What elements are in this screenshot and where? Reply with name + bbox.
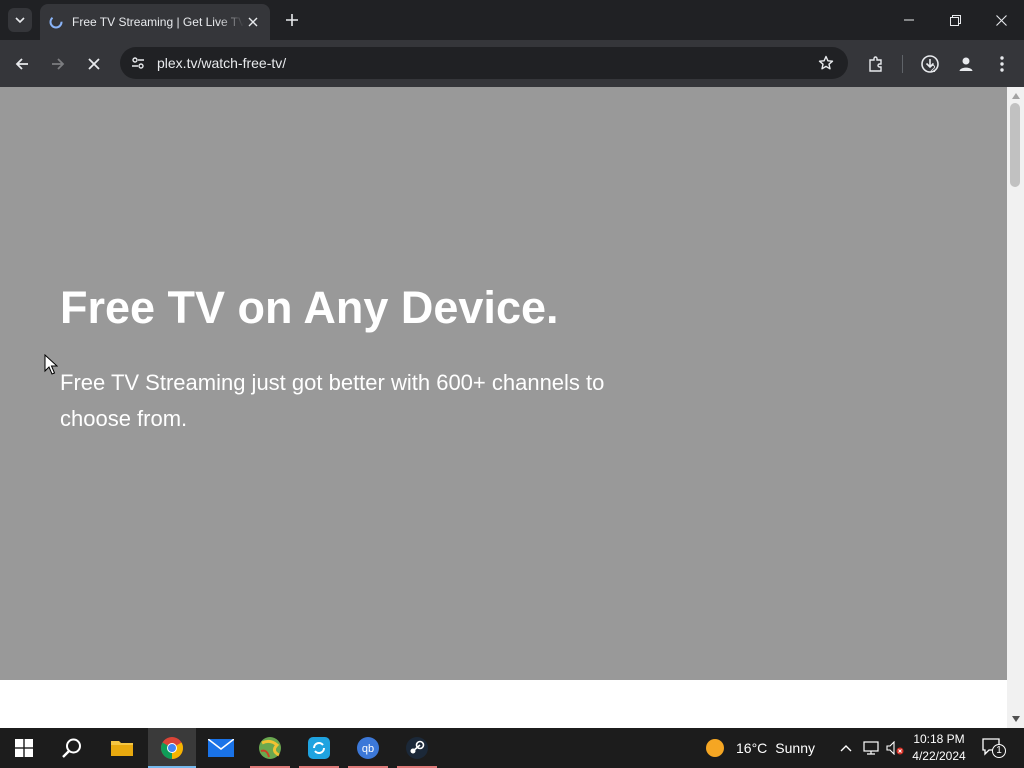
network-button[interactable] bbox=[860, 728, 882, 768]
taskbar-mail[interactable] bbox=[197, 728, 245, 768]
hero-subhead: Free TV Streaming just got better with 6… bbox=[60, 370, 605, 431]
search-icon bbox=[62, 738, 81, 758]
restore-button[interactable] bbox=[932, 0, 978, 40]
extensions-button[interactable] bbox=[862, 50, 890, 78]
volume-button[interactable] bbox=[884, 728, 906, 768]
steam-icon bbox=[406, 737, 428, 759]
chrome-icon bbox=[161, 737, 183, 759]
person-icon bbox=[959, 57, 973, 71]
plus-icon bbox=[286, 14, 298, 26]
restore-icon bbox=[949, 14, 961, 26]
site-info-button[interactable] bbox=[126, 51, 150, 75]
profile-button[interactable] bbox=[952, 50, 980, 78]
loading-spinner-icon bbox=[48, 14, 64, 30]
notification-count: 1 bbox=[996, 745, 1002, 756]
close-icon bbox=[88, 58, 100, 70]
weather-temperature: 16°C bbox=[736, 740, 768, 756]
new-tab-button[interactable] bbox=[282, 10, 302, 30]
browser-toolbar: plex.tv/watch-free-tv/ 2 bbox=[0, 40, 1024, 87]
taskbar-file-explorer[interactable] bbox=[98, 728, 146, 768]
url-text[interactable]: plex.tv/watch-free-tv/ bbox=[157, 55, 286, 71]
toolbar-divider bbox=[902, 55, 903, 73]
system-clock[interactable]: 10:18 PM 4/22/2024 bbox=[904, 731, 974, 765]
close-icon bbox=[995, 14, 1007, 26]
scroll-up-arrow[interactable] bbox=[1011, 91, 1020, 100]
back-button[interactable] bbox=[8, 50, 36, 78]
hero-headline: Free TV on Any Device. bbox=[60, 282, 559, 333]
mail-icon bbox=[208, 739, 234, 757]
mouse-cursor-icon bbox=[44, 354, 58, 375]
triangle-down-icon bbox=[1011, 715, 1020, 722]
tab-search-button[interactable] bbox=[8, 8, 32, 32]
weather-condition: Sunny bbox=[775, 740, 815, 756]
notifications-button[interactable]: 1 bbox=[980, 736, 1008, 760]
svg-text:qb: qb bbox=[362, 743, 374, 755]
tab-title: Free TV Streaming | Get Live TV bbox=[72, 15, 244, 29]
start-button[interactable] bbox=[0, 728, 48, 768]
arrow-left-icon bbox=[15, 58, 28, 70]
stop-loading-button[interactable] bbox=[80, 50, 108, 78]
window-close-button[interactable] bbox=[978, 0, 1024, 40]
minimize-button[interactable] bbox=[886, 0, 932, 40]
browser-tab[interactable]: Free TV Streaming | Get Live TV bbox=[40, 4, 270, 40]
weather-widget[interactable]: 16°C Sunny bbox=[706, 728, 815, 768]
chevron-up-icon bbox=[840, 745, 852, 752]
search-button[interactable] bbox=[48, 728, 96, 768]
menu-button[interactable] bbox=[988, 50, 1016, 78]
tab-close-button[interactable] bbox=[244, 13, 262, 31]
network-icon bbox=[863, 741, 879, 755]
web-page: Free TV on Any Device. Free TV Streaming… bbox=[0, 87, 1007, 728]
address-bar[interactable]: plex.tv/watch-free-tv/ bbox=[120, 47, 848, 79]
clock-time: 10:18 PM bbox=[913, 732, 965, 746]
scrollbar-thumb[interactable] bbox=[1010, 103, 1020, 187]
map-icon bbox=[259, 737, 281, 759]
star-icon bbox=[818, 55, 834, 70]
triangle-up-icon bbox=[1011, 92, 1020, 99]
qbittorrent-icon: qb bbox=[357, 737, 379, 759]
bookmark-button[interactable] bbox=[816, 53, 836, 73]
sync-icon bbox=[308, 737, 330, 759]
tab-strip: Free TV Streaming | Get Live TV bbox=[0, 0, 1024, 40]
puzzle-icon bbox=[869, 56, 882, 72]
more-vert-icon bbox=[1000, 56, 1004, 72]
downloads-count: 2 bbox=[930, 64, 936, 75]
downloads-button[interactable]: 2 bbox=[916, 50, 944, 78]
clock-date: 4/22/2024 bbox=[912, 749, 966, 763]
show-hidden-icons-button[interactable] bbox=[836, 728, 856, 768]
windows-taskbar: qb 16°C Sunny 10:18 PM 4/22/2024 1 bbox=[0, 728, 1024, 768]
taskbar-sync-app[interactable] bbox=[295, 728, 343, 768]
hero-section: Free TV on Any Device. Free TV Streaming… bbox=[0, 87, 1007, 680]
forward-button[interactable] bbox=[44, 50, 72, 78]
minimize-icon bbox=[904, 19, 914, 21]
taskbar-map-app[interactable] bbox=[246, 728, 294, 768]
windows-logo-icon bbox=[15, 739, 33, 757]
folder-icon bbox=[111, 741, 133, 756]
page-scrollbar[interactable] bbox=[1007, 87, 1024, 728]
scroll-down-arrow[interactable] bbox=[1011, 714, 1020, 723]
taskbar-qbittorrent[interactable]: qb bbox=[344, 728, 392, 768]
volume-muted-icon bbox=[886, 741, 904, 755]
close-icon bbox=[248, 17, 258, 27]
taskbar-steam[interactable] bbox=[393, 728, 441, 768]
taskbar-chrome[interactable] bbox=[148, 728, 196, 768]
arrow-right-icon bbox=[52, 58, 65, 70]
sun-icon bbox=[706, 739, 724, 757]
chevron-down-icon bbox=[15, 17, 25, 24]
tune-icon bbox=[132, 57, 144, 69]
